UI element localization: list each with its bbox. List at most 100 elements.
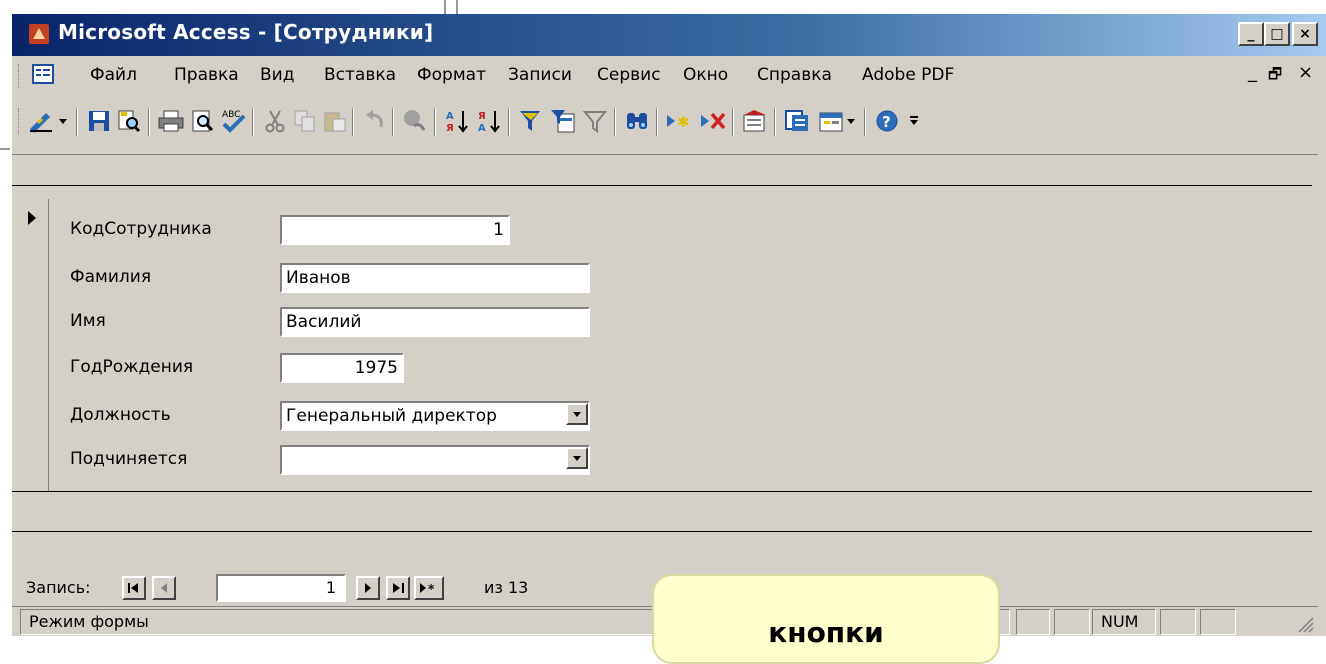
menu-view[interactable]: Вид <box>260 65 294 85</box>
chevron-down-icon[interactable] <box>844 106 858 136</box>
callout-label: кнопки <box>652 574 1000 664</box>
toolbar-separator <box>434 108 436 136</box>
toolbar-grip[interactable] <box>18 64 22 88</box>
toolbar-separator <box>774 108 776 136</box>
database-window-icon[interactable] <box>782 106 812 136</box>
chevron-down-icon[interactable] <box>566 403 588 425</box>
save-icon[interactable] <box>84 106 114 136</box>
form-view-toolbar: ABC АЯ ЯА ✱ ? <box>12 96 1322 148</box>
print-icon[interactable] <box>156 106 186 136</box>
first-name-field[interactable]: Василий <box>280 307 590 337</box>
form-header-divider <box>12 185 1312 186</box>
properties-icon[interactable] <box>740 106 770 136</box>
first-record-button[interactable] <box>122 576 146 600</box>
filter-by-form-icon[interactable] <box>548 106 578 136</box>
toolbar-grip[interactable] <box>18 108 22 134</box>
toolbar-separator <box>732 108 734 136</box>
file-search-icon[interactable] <box>114 106 144 136</box>
menu-file[interactable]: Файл <box>90 65 137 85</box>
menu-adobe-pdf[interactable]: Adobe PDF <box>862 65 954 85</box>
record-label: Запись: <box>26 578 91 597</box>
svg-text:✱: ✱ <box>677 113 690 131</box>
form-footer-divider <box>12 531 1312 532</box>
record-count: из 13 <box>484 578 529 597</box>
svg-text:А: А <box>478 123 486 134</box>
svg-text:Я: Я <box>446 123 454 134</box>
field-label-first-name: Имя <box>70 311 106 331</box>
spelling-icon[interactable]: ABC <box>218 106 248 136</box>
toolbar-separator <box>656 108 658 136</box>
minimize-button[interactable]: _ <box>1238 22 1264 46</box>
last-name-field[interactable]: Иванов <box>280 263 590 293</box>
field-label-last-name: Фамилия <box>70 267 152 287</box>
mdi-close-button[interactable]: × <box>1298 62 1313 83</box>
copy-icon[interactable] <box>290 106 320 136</box>
mdi-minimize-button[interactable]: _ <box>1248 62 1257 83</box>
toolbar-separator <box>508 108 510 136</box>
new-record-button[interactable]: * <box>414 576 444 600</box>
menu-window[interactable]: Окно <box>683 65 728 85</box>
next-record-button[interactable] <box>356 576 380 600</box>
window-title: Microsoft Access - [Сотрудники] <box>58 20 434 44</box>
maximize-button[interactable]: □ <box>1264 22 1290 46</box>
last-record-button[interactable] <box>386 576 410 600</box>
insert-hyperlink-icon[interactable] <box>400 106 430 136</box>
birth-year-field[interactable]: 1975 <box>280 353 404 383</box>
paste-icon[interactable] <box>320 106 350 136</box>
status-indicator-empty <box>1016 609 1050 635</box>
toolbar-separator <box>148 108 150 136</box>
toolbar-separator <box>252 108 254 136</box>
sort-ascending-icon[interactable]: АЯ <box>442 106 472 136</box>
resize-grip-icon[interactable] <box>1294 613 1314 633</box>
filter-by-selection-icon[interactable] <box>516 106 546 136</box>
access-key-icon <box>29 24 49 44</box>
field-label-reports-to: Подчиняется <box>70 449 188 469</box>
position-combobox-value[interactable]: Генеральный директор <box>280 401 590 431</box>
form-window-icon[interactable] <box>32 64 54 84</box>
menu-records[interactable]: Записи <box>508 65 572 85</box>
help-icon[interactable]: ? <box>872 106 902 136</box>
svg-text:?: ? <box>882 113 891 131</box>
current-record-input[interactable]: 1 <box>216 574 346 602</box>
toolbar-separator <box>614 108 616 136</box>
undo-icon[interactable] <box>360 106 390 136</box>
employee-id-field[interactable]: 1 <box>280 215 510 245</box>
print-preview-icon[interactable] <box>188 106 218 136</box>
form-detail-divider <box>12 491 1312 492</box>
apply-filter-icon[interactable] <box>580 106 610 136</box>
field-label-birth-year: ГодРождения <box>70 357 194 377</box>
title-bar[interactable]: Microsoft Access - [Сотрудники] _ □ × <box>12 14 1326 56</box>
chevron-down-icon[interactable] <box>566 447 588 469</box>
menu-help[interactable]: Справка <box>757 65 832 85</box>
toolbar-separator <box>392 108 394 136</box>
record-selector[interactable] <box>12 199 49 491</box>
access-window: Microsoft Access - [Сотрудники] _ □ × Фа… <box>10 14 1326 636</box>
svg-text:Я: Я <box>478 111 486 122</box>
menu-insert[interactable]: Вставка <box>324 65 396 85</box>
menu-tools[interactable]: Сервис <box>597 65 661 85</box>
toolbar-separator <box>352 108 354 136</box>
svg-text:*: * <box>428 582 435 594</box>
field-label-employee-id: КодСотрудника <box>70 219 212 239</box>
chevron-down-icon[interactable] <box>56 106 70 136</box>
menu-format[interactable]: Формат <box>417 65 486 85</box>
new-record-icon[interactable]: ✱ <box>664 106 694 136</box>
sort-descending-icon[interactable]: ЯА <box>474 106 504 136</box>
previous-record-button[interactable] <box>152 576 176 600</box>
menu-edit[interactable]: Правка <box>174 65 239 85</box>
design-view-icon[interactable] <box>26 106 56 136</box>
cut-icon[interactable] <box>260 106 290 136</box>
find-icon[interactable] <box>622 106 652 136</box>
mdi-restore-button[interactable]: 🗗 <box>1268 64 1282 89</box>
reports-to-combobox[interactable] <box>280 445 590 475</box>
reports-to-combobox-value[interactable] <box>280 445 590 475</box>
toolbar-options-icon[interactable] <box>908 106 920 136</box>
status-indicator-empty <box>1200 609 1236 635</box>
svg-text:ABC: ABC <box>222 110 240 120</box>
new-object-icon[interactable] <box>816 106 846 136</box>
delete-record-icon[interactable] <box>698 106 728 136</box>
position-combobox[interactable]: Генеральный директор <box>280 401 590 431</box>
close-button[interactable]: × <box>1292 22 1318 46</box>
toolbar-separator <box>76 108 78 136</box>
svg-text:А: А <box>446 111 454 122</box>
